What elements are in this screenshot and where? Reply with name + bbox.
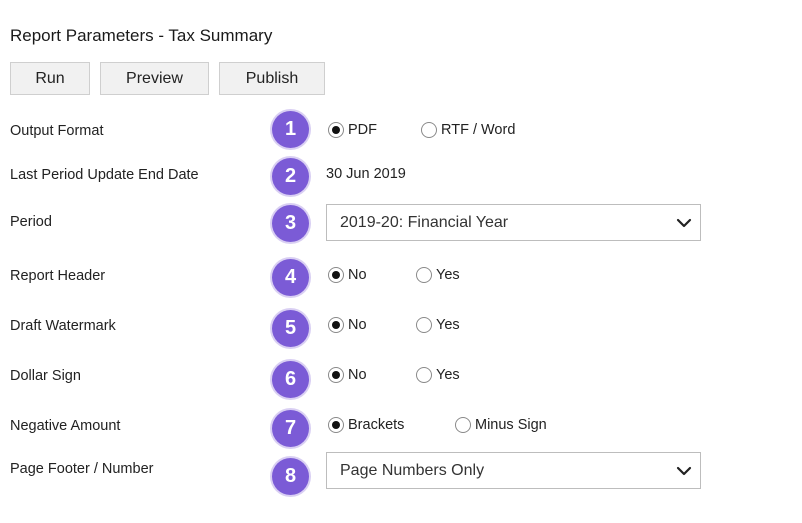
step-badge-7: 7 <box>272 410 309 447</box>
negative-amount-minus-option[interactable]: Minus Sign <box>455 417 547 433</box>
chevron-down-icon <box>676 466 692 476</box>
radio-report-header-no[interactable] <box>328 267 344 283</box>
radio-pdf[interactable] <box>328 122 344 138</box>
output-format-label: Output Format <box>10 123 104 139</box>
radio-dollar-sign-no-label: No <box>348 367 367 383</box>
draft-watermark-label: Draft Watermark <box>10 318 116 334</box>
output-format-rtf-option[interactable]: RTF / Word <box>421 122 515 138</box>
radio-dollar-sign-yes[interactable] <box>416 367 432 383</box>
step-badge-1: 1 <box>272 111 309 148</box>
output-format-pdf-option[interactable]: PDF <box>328 122 377 138</box>
page-footer-select[interactable]: Page Numbers Only <box>326 452 701 489</box>
radio-dollar-sign-no[interactable] <box>328 367 344 383</box>
draft-watermark-no-option[interactable]: No <box>328 317 367 333</box>
draft-watermark-yes-option[interactable]: Yes <box>416 317 460 333</box>
report-header-yes-option[interactable]: Yes <box>416 267 460 283</box>
report-header-label: Report Header <box>10 268 106 284</box>
last-period-value: 30 Jun 2019 <box>326 166 406 182</box>
radio-brackets-label: Brackets <box>348 417 405 433</box>
preview-button[interactable]: Preview <box>100 62 209 95</box>
radio-draft-watermark-yes[interactable] <box>416 317 432 333</box>
step-badge-3: 3 <box>272 205 309 242</box>
dollar-sign-no-option[interactable]: No <box>328 367 367 383</box>
period-select[interactable]: 2019-20: Financial Year <box>326 204 701 241</box>
period-label: Period <box>10 214 52 230</box>
radio-report-header-yes-label: Yes <box>436 267 460 283</box>
radio-brackets[interactable] <box>328 417 344 433</box>
radio-rtf[interactable] <box>421 122 437 138</box>
step-badge-6: 6 <box>272 361 309 398</box>
last-period-label: Last Period Update End Date <box>10 167 199 183</box>
report-header-no-option[interactable]: No <box>328 267 367 283</box>
step-badge-8: 8 <box>272 458 309 495</box>
radio-draft-watermark-no-label: No <box>348 317 367 333</box>
radio-draft-watermark-no[interactable] <box>328 317 344 333</box>
negative-amount-label: Negative Amount <box>10 418 121 434</box>
radio-dollar-sign-yes-label: Yes <box>436 367 460 383</box>
negative-amount-brackets-option[interactable]: Brackets <box>328 417 404 433</box>
dollar-sign-label: Dollar Sign <box>10 368 81 384</box>
radio-pdf-label: PDF <box>348 122 377 138</box>
radio-report-header-yes[interactable] <box>416 267 432 283</box>
radio-rtf-label: RTF / Word <box>441 122 516 138</box>
dollar-sign-yes-option[interactable]: Yes <box>416 367 460 383</box>
page-footer-select-value: Page Numbers Only <box>340 461 485 479</box>
step-badge-4: 4 <box>272 259 309 296</box>
radio-draft-watermark-yes-label: Yes <box>436 317 460 333</box>
radio-minus-sign-label: Minus Sign <box>475 417 547 433</box>
run-button[interactable]: Run <box>10 62 90 95</box>
page-title: Report Parameters - Tax Summary <box>10 26 273 45</box>
step-badge-2: 2 <box>272 158 309 195</box>
publish-button[interactable]: Publish <box>219 62 325 95</box>
page-footer-label: Page Footer / Number <box>10 461 154 477</box>
period-select-value: 2019-20: Financial Year <box>340 213 509 231</box>
radio-minus-sign[interactable] <box>455 417 471 433</box>
chevron-down-icon <box>676 218 692 228</box>
step-badge-5: 5 <box>272 310 309 347</box>
radio-report-header-no-label: No <box>348 267 367 283</box>
